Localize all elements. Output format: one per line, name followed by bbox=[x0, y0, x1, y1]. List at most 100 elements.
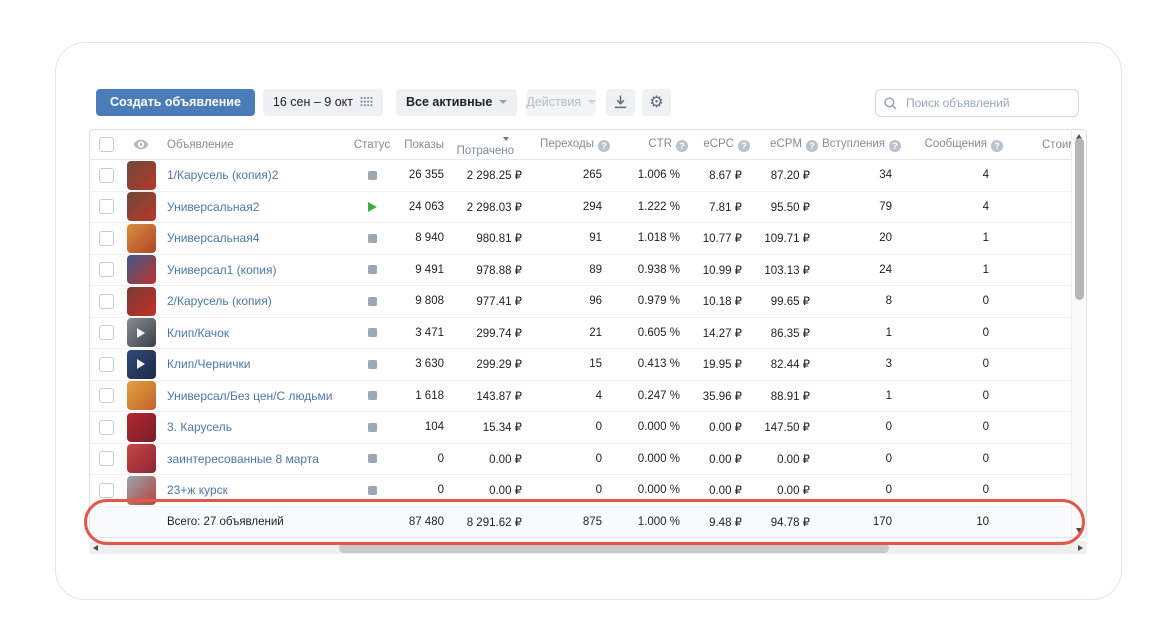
ad-thumbnail[interactable] bbox=[127, 255, 156, 284]
cell-joins: 1 bbox=[818, 390, 908, 402]
help-icon[interactable]: ? bbox=[889, 140, 901, 152]
row-checkbox[interactable] bbox=[99, 231, 114, 246]
date-range-button[interactable]: 16 сен – 9 окт bbox=[263, 89, 383, 116]
column-label: Статус bbox=[354, 139, 390, 151]
status-active-icon bbox=[368, 202, 377, 212]
ad-thumbnail[interactable] bbox=[127, 287, 156, 316]
ad-name-link[interactable]: Универсал1 (копия) bbox=[167, 263, 276, 277]
horizontal-scroll-thumb[interactable] bbox=[339, 543, 889, 553]
ad-thumbnail[interactable] bbox=[127, 350, 156, 379]
help-icon[interactable]: ? bbox=[991, 140, 1003, 152]
cell-messages: 0 bbox=[908, 390, 1003, 402]
row-checkbox[interactable] bbox=[99, 420, 114, 435]
row-checkbox[interactable] bbox=[99, 325, 114, 340]
cell-joins: 20 bbox=[818, 232, 908, 244]
screenshot-stage: Создать объявление 16 сен – 9 окт Все ак… bbox=[0, 0, 1176, 639]
cell-joins: 24 bbox=[818, 264, 908, 276]
column-header-joins[interactable]: Вступления? bbox=[818, 138, 908, 152]
total-clicks: 875 bbox=[530, 516, 610, 528]
vertical-scroll-thumb[interactable] bbox=[1075, 138, 1084, 300]
cell-joins: 0 bbox=[818, 453, 908, 465]
filter-dropdown[interactable]: Все активные bbox=[396, 89, 517, 116]
row-checkbox[interactable] bbox=[99, 388, 114, 403]
filter-label: Все активные bbox=[406, 95, 492, 109]
cell-messages: 4 bbox=[908, 201, 1003, 213]
ad-name-link[interactable]: Универсал/Без цен/С людьми bbox=[167, 389, 332, 403]
cell-ctr: 0.000 % bbox=[610, 484, 688, 496]
status-paused-icon bbox=[368, 360, 377, 369]
column-header-messages[interactable]: Сообщения? bbox=[908, 138, 1003, 152]
cell-messages: 0 bbox=[908, 453, 1003, 465]
select-all-checkbox[interactable] bbox=[99, 137, 114, 152]
cell-spent: 15.34 ₽ bbox=[452, 420, 530, 434]
help-icon[interactable]: ? bbox=[598, 140, 610, 152]
cell-spent: 977.41 ₽ bbox=[452, 294, 530, 308]
column-header-ecpc[interactable]: eCPC? bbox=[688, 138, 750, 152]
help-icon[interactable]: ? bbox=[806, 140, 818, 152]
column-label: eCPM bbox=[770, 138, 802, 150]
ad-name-link[interactable]: Универсальная4 bbox=[167, 231, 259, 245]
scroll-down-icon[interactable] bbox=[1076, 528, 1082, 533]
ad-name-link[interactable]: Клип/Чернички bbox=[167, 357, 250, 371]
settings-button[interactable]: ⚙ bbox=[642, 89, 671, 116]
row-checkbox[interactable] bbox=[99, 483, 114, 498]
ad-thumbnail[interactable] bbox=[127, 192, 156, 221]
column-header-clicks[interactable]: Переходы? bbox=[530, 138, 610, 152]
scroll-right-icon[interactable] bbox=[1078, 545, 1083, 551]
cell-shows: 9 808 bbox=[396, 295, 452, 307]
row-checkbox[interactable] bbox=[99, 294, 114, 309]
row-checkbox[interactable] bbox=[99, 451, 114, 466]
ad-thumbnail[interactable] bbox=[127, 161, 156, 190]
horizontal-scrollbar[interactable] bbox=[89, 541, 1087, 554]
table-header-row: ОбъявлениеСтатусПоказыПотраченоПереходы?… bbox=[90, 130, 1086, 160]
total-ctr: 1.000 % bbox=[610, 516, 688, 528]
cell-ecpm: 0.00 ₽ bbox=[750, 483, 818, 497]
help-icon[interactable]: ? bbox=[738, 140, 750, 152]
ads-table: ОбъявлениеСтатусПоказыПотраченоПереходы?… bbox=[89, 129, 1087, 538]
status-paused-icon bbox=[368, 423, 377, 432]
ad-name-link[interactable]: Универсальная2 bbox=[167, 200, 259, 214]
ad-thumbnail[interactable] bbox=[127, 224, 156, 253]
row-checkbox[interactable] bbox=[99, 262, 114, 277]
cell-spent: 980.81 ₽ bbox=[452, 231, 530, 245]
ad-thumbnail[interactable] bbox=[127, 318, 156, 347]
cell-ecpm: 0.00 ₽ bbox=[750, 452, 818, 466]
cell-ecpc: 0.00 ₽ bbox=[688, 483, 750, 497]
help-icon[interactable]: ? bbox=[676, 140, 688, 152]
create-ad-button[interactable]: Создать объявление bbox=[96, 89, 255, 116]
ad-name-link[interactable]: 2/Карусель (копия) bbox=[167, 294, 272, 308]
ad-name-link[interactable]: 1/Карусель (копия)2 bbox=[167, 168, 278, 182]
vertical-scrollbar[interactable] bbox=[1071, 130, 1086, 537]
column-label: eCPC bbox=[703, 138, 734, 150]
ad-thumbnail[interactable] bbox=[127, 381, 156, 410]
cell-ecpm: 109.71 ₽ bbox=[750, 231, 818, 245]
cell-joins: 0 bbox=[818, 484, 908, 496]
cell-messages: 0 bbox=[908, 484, 1003, 496]
actions-dropdown[interactable]: Действия bbox=[526, 89, 596, 116]
scroll-left-icon[interactable] bbox=[93, 545, 98, 551]
export-button[interactable] bbox=[606, 89, 635, 116]
row-checkbox[interactable] bbox=[99, 168, 114, 183]
row-checkbox[interactable] bbox=[99, 199, 114, 214]
download-icon bbox=[614, 95, 627, 109]
column-header-ctr[interactable]: CTR? bbox=[610, 138, 688, 152]
ad-name-link[interactable]: заинтересованные 8 марта bbox=[167, 452, 319, 466]
cell-messages: 1 bbox=[908, 232, 1003, 244]
ad-name-link[interactable]: 3. Карусель bbox=[167, 420, 232, 434]
row-checkbox[interactable] bbox=[99, 357, 114, 372]
table-row: 1/Карусель (копия)226 3552 298.25 ₽2651.… bbox=[90, 160, 1086, 192]
cell-ecpc: 8.67 ₽ bbox=[688, 168, 750, 182]
cell-ctr: 0.247 % bbox=[610, 390, 688, 402]
actions-label: Действия bbox=[526, 95, 581, 109]
ad-thumbnail[interactable] bbox=[127, 413, 156, 442]
column-header-ecpm[interactable]: eCPM? bbox=[750, 138, 818, 152]
column-header-spent[interactable]: Потрачено bbox=[452, 133, 530, 157]
ad-thumbnail[interactable] bbox=[127, 444, 156, 473]
ad-name-link[interactable]: 23+ж курск bbox=[167, 483, 228, 497]
ad-thumbnail[interactable] bbox=[127, 476, 156, 505]
cell-shows: 0 bbox=[396, 453, 452, 465]
search-input[interactable] bbox=[904, 95, 1070, 111]
ad-name-link[interactable]: Клип/Качок bbox=[167, 326, 229, 340]
column-header-shows[interactable]: Показы bbox=[396, 139, 452, 151]
column-header-status[interactable]: Статус bbox=[348, 139, 396, 151]
